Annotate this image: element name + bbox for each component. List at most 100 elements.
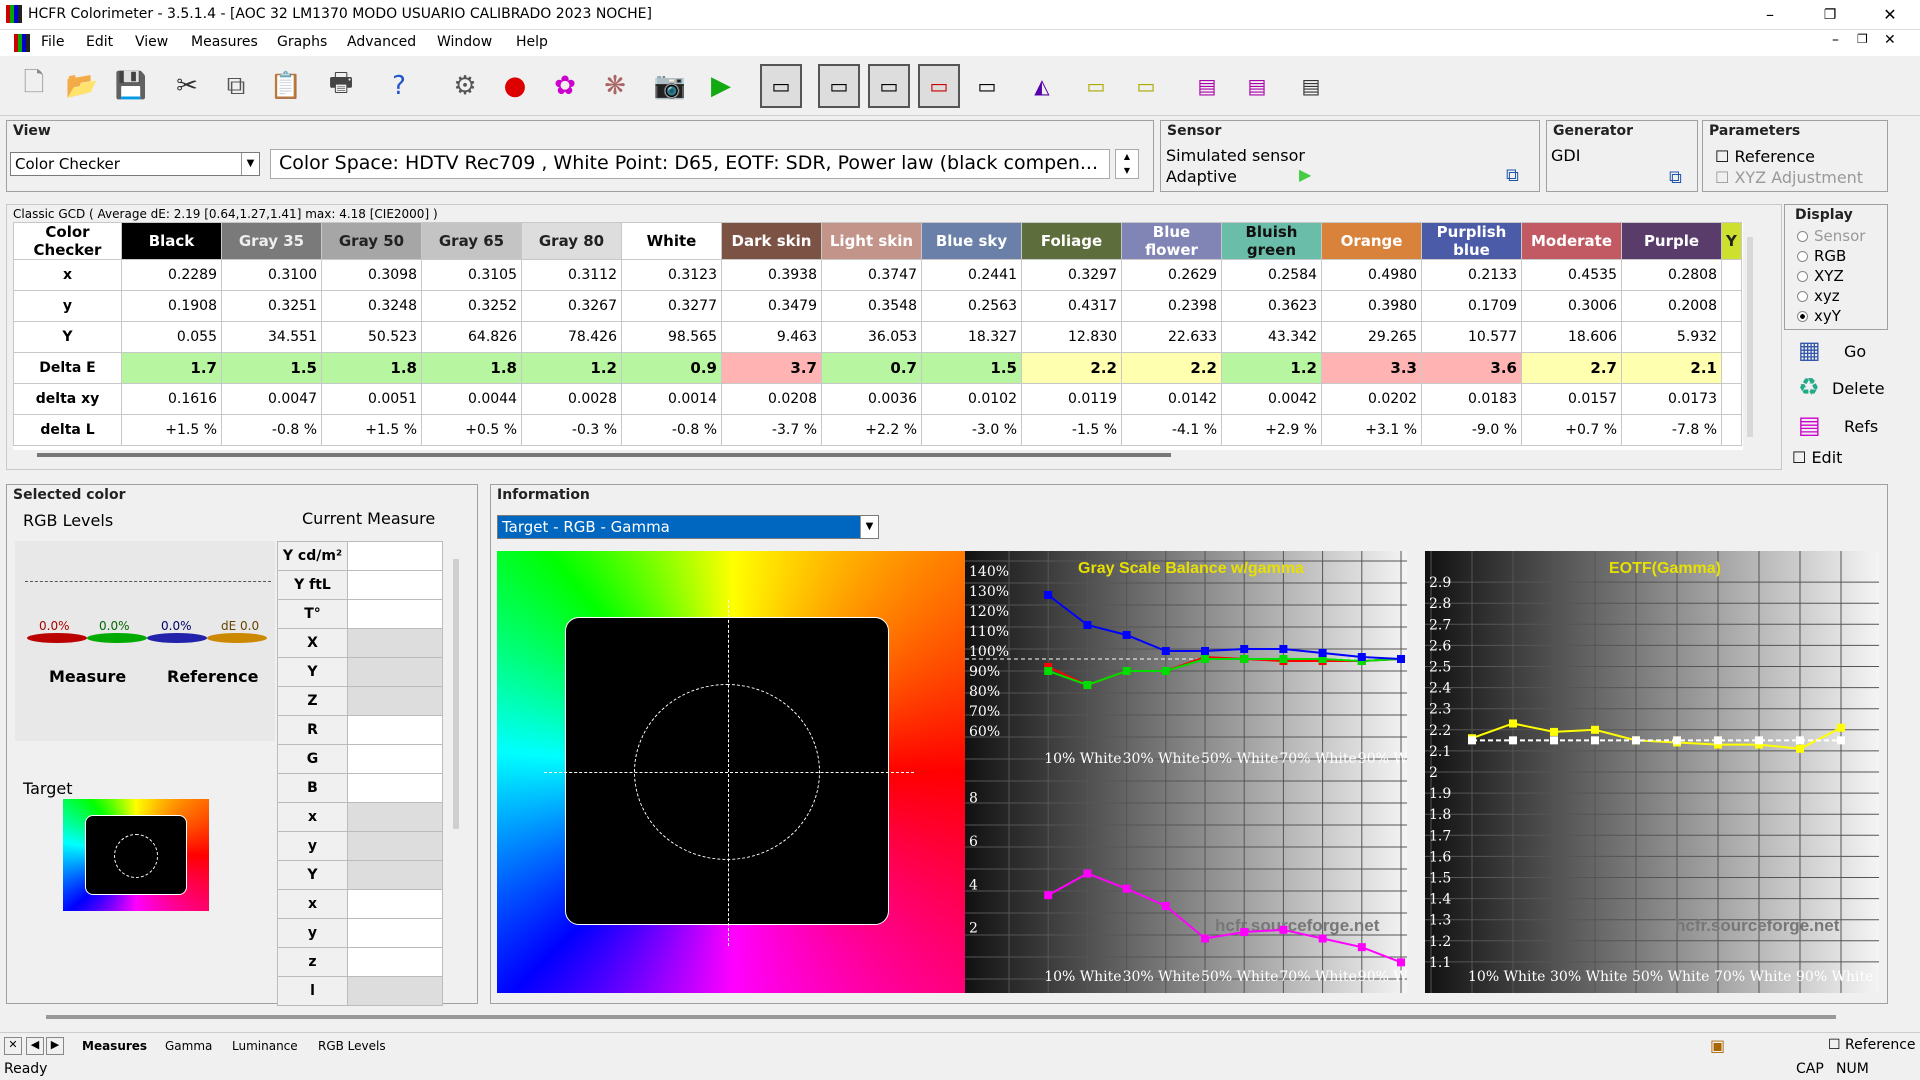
- screen-4-icon[interactable]: ▭: [918, 64, 960, 108]
- secondary-colors-icon[interactable]: ✿: [544, 64, 586, 108]
- grid-col-header[interactable]: Blue flower: [1121, 222, 1222, 260]
- color-checker-icon[interactable]: ❋: [594, 64, 636, 108]
- print-icon[interactable]: 🖶: [320, 64, 362, 108]
- xyz-adjustment-checkbox[interactable]: ☐ XYZ Adjustment: [1715, 168, 1863, 187]
- grid-cell[interactable]: 36.053: [821, 321, 922, 353]
- grid-cell[interactable]: +1.5 %: [321, 414, 422, 446]
- grid-cell[interactable]: 0.3747: [821, 259, 922, 291]
- rgb-dots-icon[interactable]: ●: [494, 64, 536, 108]
- sensor-play-icon[interactable]: ▶: [1299, 165, 1311, 184]
- generator-config-icon[interactable]: ⧉: [1669, 167, 1682, 188]
- display-radio-xyy[interactable]: xyY: [1797, 307, 1841, 325]
- grid-cell[interactable]: +3.1 %: [1321, 414, 1422, 446]
- grid-cell[interactable]: 64.826: [421, 321, 522, 353]
- grid-cell[interactable]: 0.3267: [521, 290, 622, 322]
- grid-cell[interactable]: 0.4980: [1321, 259, 1422, 291]
- grid-cell[interactable]: 0.3105: [421, 259, 522, 291]
- grid-cell[interactable]: 3.7: [721, 352, 822, 384]
- paste-icon[interactable]: 📋: [265, 64, 307, 108]
- grid-cell[interactable]: 0.3297: [1021, 259, 1122, 291]
- grid-cell[interactable]: 0.3100: [221, 259, 322, 291]
- status-reference-checkbox[interactable]: ☐ Reference: [1828, 1037, 1916, 1053]
- measure-scrollbar[interactable]: [453, 559, 459, 829]
- main-h-scrollbar[interactable]: [46, 1015, 1836, 1019]
- menu-graphs[interactable]: Graphs: [277, 34, 327, 50]
- grid-col-header[interactable]: Purple: [1621, 222, 1722, 260]
- grid-cell[interactable]: 0.3248: [321, 290, 422, 322]
- grid-cell[interactable]: 2.1: [1621, 352, 1722, 384]
- refs-button[interactable]: ▤ Refs: [1792, 409, 1888, 443]
- grid-cell[interactable]: 98.565: [621, 321, 722, 353]
- grid-cell[interactable]: 1.5: [921, 352, 1022, 384]
- minimize-button[interactable]: –: [1745, 0, 1795, 30]
- open-folder-icon[interactable]: 📂: [61, 64, 103, 108]
- grid-cell[interactable]: 0.0183: [1421, 383, 1522, 415]
- mdi-minimize-button[interactable]: –: [1832, 32, 1839, 48]
- grid-cell[interactable]: 34.551: [221, 321, 322, 353]
- grid-cell[interactable]: 0.0157: [1521, 383, 1622, 415]
- run-icon[interactable]: ▶: [700, 64, 742, 108]
- grid-cell[interactable]: 1.5: [221, 352, 322, 384]
- grid-cell[interactable]: 2.7: [1521, 352, 1622, 384]
- grid-cell[interactable]: 0.0044: [421, 383, 522, 415]
- display-radio-rgb[interactable]: RGB: [1797, 247, 1846, 265]
- grid-cell[interactable]: 0.0208: [721, 383, 822, 415]
- grid-cell[interactable]: 10.577: [1421, 321, 1522, 353]
- grid-col-header[interactable]: White: [621, 222, 722, 260]
- grid-col-header[interactable]: Purplish blue: [1421, 222, 1522, 260]
- information-selector[interactable]: Target - RGB - Gamma ▼: [497, 515, 879, 539]
- grid-col-header[interactable]: Gray 50: [321, 222, 422, 260]
- grid-cell[interactable]: 78.426: [521, 321, 622, 353]
- grid-h-scrollbar[interactable]: [37, 453, 1171, 457]
- grid-cell[interactable]: 0.3123: [621, 259, 722, 291]
- grid-col-header[interactable]: Gray 35: [221, 222, 322, 260]
- tab-gamma[interactable]: Gamma: [165, 1039, 212, 1053]
- grid-cell[interactable]: 0.2133: [1421, 259, 1522, 291]
- grid-cell[interactable]: 0.0042: [1221, 383, 1322, 415]
- grid-cell[interactable]: 0.2289: [121, 259, 222, 291]
- grid-cell[interactable]: +0.7 %: [1521, 414, 1622, 446]
- grid-cell[interactable]: 0.3098: [321, 259, 422, 291]
- grid-col-header[interactable]: Orange: [1321, 222, 1422, 260]
- grid-cell[interactable]: 0.0202: [1321, 383, 1422, 415]
- measure-grid[interactable]: Color Checker Black Gray 35 Gray 50 Gray 65 G…: [13, 222, 1742, 446]
- cie-chart-icon[interactable]: ◭: [1021, 64, 1063, 108]
- grid-cell[interactable]: +1.5 %: [121, 414, 222, 446]
- luminance-graph-icon[interactable]: ▭: [1075, 64, 1117, 108]
- grid-cell[interactable]: -4.1 %: [1121, 414, 1222, 446]
- grid-cell[interactable]: 12.830: [1021, 321, 1122, 353]
- tab-luminance[interactable]: Luminance: [232, 1039, 298, 1053]
- delete-button[interactable]: ♻ Delete: [1792, 371, 1888, 405]
- grid-cell[interactable]: 0.1616: [121, 383, 222, 415]
- tab-rgb-levels[interactable]: RGB Levels: [318, 1039, 386, 1053]
- tab-measures[interactable]: Measures: [82, 1039, 147, 1053]
- grid-cell[interactable]: -3.7 %: [721, 414, 822, 446]
- grid-cell[interactable]: 0.3548: [821, 290, 922, 322]
- grid-cell[interactable]: 0.055: [121, 321, 222, 353]
- grid-cell[interactable]: 0.0051: [321, 383, 422, 415]
- grid-cell[interactable]: 1.8: [421, 352, 522, 384]
- grid-cell[interactable]: -0.8 %: [621, 414, 722, 446]
- tab-prev-icon[interactable]: ◀: [26, 1037, 44, 1055]
- grid-cell[interactable]: 0.0036: [821, 383, 922, 415]
- grid-col-header[interactable]: Bluish green: [1221, 222, 1322, 260]
- grid-cell[interactable]: -3.0 %: [921, 414, 1022, 446]
- grid-col-header[interactable]: Light skin: [821, 222, 922, 260]
- near-white-graph-icon[interactable]: ▤: [1290, 64, 1332, 108]
- grid-cell[interactable]: -0.3 %: [521, 414, 622, 446]
- grid-cell[interactable]: 3.3: [1321, 352, 1422, 384]
- grid-cell[interactable]: 0.3623: [1221, 290, 1322, 322]
- view-selector[interactable]: Color Checker ▼: [10, 152, 260, 176]
- grid-cell[interactable]: 1.7: [121, 352, 222, 384]
- grid-cell[interactable]: 0.3479: [721, 290, 822, 322]
- grid-cell[interactable]: 0.2629: [1121, 259, 1222, 291]
- grid-col-header[interactable]: Gray 80: [521, 222, 622, 260]
- grid-cell[interactable]: 0.3112: [521, 259, 622, 291]
- grid-cell[interactable]: 22.633: [1121, 321, 1222, 353]
- grid-cell[interactable]: 0.4535: [1521, 259, 1622, 291]
- menu-help[interactable]: Help: [516, 34, 548, 50]
- screen-1-icon[interactable]: ▭: [760, 64, 802, 108]
- grid-cell[interactable]: -9.0 %: [1421, 414, 1522, 446]
- grid-cell[interactable]: 0.3252: [421, 290, 522, 322]
- grid-cell[interactable]: 0.0173: [1621, 383, 1722, 415]
